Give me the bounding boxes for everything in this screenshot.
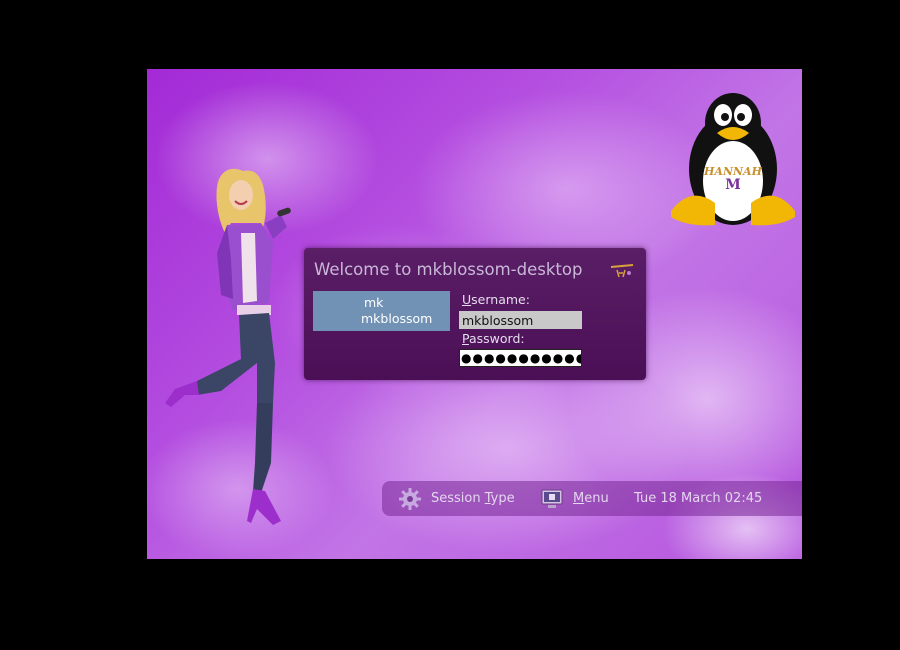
password-label-text: assword: [468,331,525,346]
menu-label-rest: enu [584,491,609,506]
menu-label-accel: M [573,491,585,506]
username-label-accel: U [462,292,472,307]
session-type-label: Session Type [431,491,515,506]
session-label-post: ype [490,491,515,506]
user-display-name: mk [364,295,384,310]
login-dialog: Welcome to mkblossom-desktop mk mkblosso… [304,248,646,380]
wallpaper-figure-image [165,168,291,525]
menu-button[interactable]: Menu [540,481,609,516]
session-label-pre: Session [431,491,485,506]
login-screen: HANNAH M Welcome to mkblossom-desktop mk… [147,69,802,559]
username-label-text: sername: [471,292,530,307]
gear-icon [399,487,421,510]
password-field[interactable]: ●●●●●●●●●●●● [459,349,582,367]
menu-label: Menu [573,491,609,506]
bottom-panel: Session Type Menu Tue 18 March 02:45 [382,481,802,516]
monitor-icon [541,489,563,508]
username-label: Username: [462,292,530,307]
penguin-logo-icon: HANNAH M [671,93,795,226]
clock-display: Tue 18 March 02:45 [634,491,763,506]
user-list-selected-item[interactable]: mk mkblossom [313,291,450,331]
session-type-button[interactable]: Session Type [398,481,515,516]
user-login-name: mkblossom [361,311,433,326]
password-label: Password: [462,331,525,346]
svg-text:M: M [725,177,741,193]
welcome-title: Welcome to mkblossom-desktop [314,260,583,279]
username-field[interactable] [459,311,582,329]
hannah-montana-logo-icon [610,264,634,278]
password-label-accel: P [462,331,469,346]
